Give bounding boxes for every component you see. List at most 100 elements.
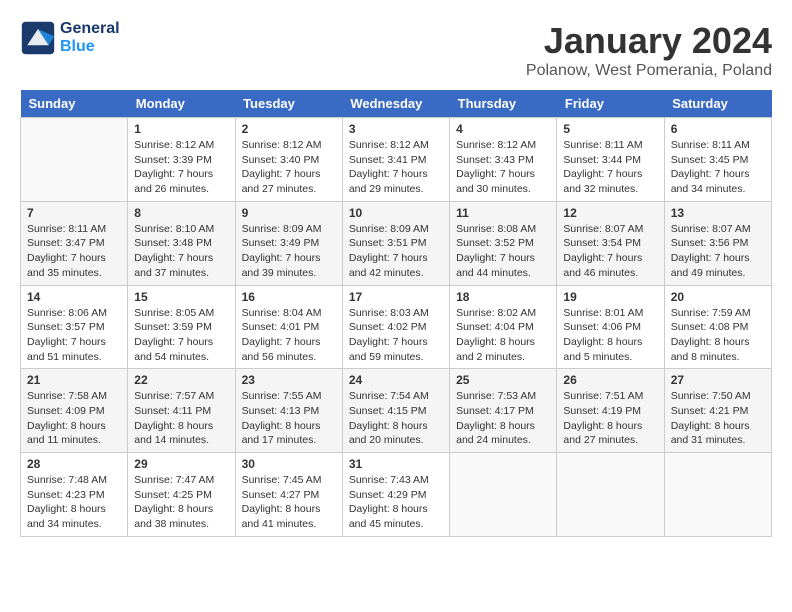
table-row: 2 Sunrise: 8:12 AM Sunset: 3:40 PM Daylig… xyxy=(235,118,342,202)
table-row: 16Sunrise: 8:04 AM Sunset: 4:01 PM Dayli… xyxy=(235,285,342,369)
day-info: Sunrise: 7:48 AM Sunset: 4:23 PM Dayligh… xyxy=(27,473,121,532)
day-info: Sunrise: 8:07 AM Sunset: 3:56 PM Dayligh… xyxy=(671,222,765,281)
day-info: Sunrise: 8:11 AM Sunset: 3:47 PM Dayligh… xyxy=(27,222,121,281)
table-row: 13 Sunrise: 8:07 AM Sunset: 3:56 PM Dayli… xyxy=(664,201,771,285)
day-info: Sunrise: 8:12 AM Sunset: 3:40 PM Dayligh… xyxy=(242,138,336,197)
day-number: 24 xyxy=(349,373,443,387)
day-number: 31 xyxy=(349,457,443,471)
table-row: 8 Sunrise: 8:10 AM Sunset: 3:48 PM Daylig… xyxy=(128,201,235,285)
day-info: Sunrise: 8:11 AM Sunset: 3:45 PM Dayligh… xyxy=(671,138,765,197)
calendar-week-row: 21 Sunrise: 7:58 AM Sunset: 4:09 PM Dayli… xyxy=(21,369,772,453)
day-info: Sunrise: 7:53 AM Sunset: 4:17 PM Dayligh… xyxy=(456,389,550,448)
page-header: General Blue January 2024 Polanow, West … xyxy=(20,20,772,80)
day-info: Sunrise: 8:08 AM Sunset: 3:52 PM Dayligh… xyxy=(456,222,550,281)
table-row xyxy=(557,453,664,537)
day-number: 16 xyxy=(242,290,336,304)
col-thursday: Thursday xyxy=(450,90,557,118)
day-number: 26 xyxy=(563,373,657,387)
table-row: 12Sunrise: 8:07 AM Sunset: 3:54 PM Dayli… xyxy=(557,201,664,285)
day-number: 6 xyxy=(671,122,765,136)
calendar-week-row: 7 Sunrise: 8:11 AM Sunset: 3:47 PM Daylig… xyxy=(21,201,772,285)
day-info: Sunrise: 7:54 AM Sunset: 4:15 PM Dayligh… xyxy=(349,389,443,448)
table-row: 24 Sunrise: 7:54 AM Sunset: 4:15 PM Dayli… xyxy=(342,369,449,453)
day-info: Sunrise: 8:05 AM Sunset: 3:59 PM Dayligh… xyxy=(134,306,228,365)
calendar-week-row: 14Sunrise: 8:06 AM Sunset: 3:57 PM Dayli… xyxy=(21,285,772,369)
col-saturday: Saturday xyxy=(664,90,771,118)
day-number: 22 xyxy=(134,373,228,387)
day-number: 30 xyxy=(242,457,336,471)
day-number: 5 xyxy=(563,122,657,136)
day-number: 23 xyxy=(242,373,336,387)
day-info: Sunrise: 7:47 AM Sunset: 4:25 PM Dayligh… xyxy=(134,473,228,532)
day-info: Sunrise: 8:12 AM Sunset: 3:41 PM Dayligh… xyxy=(349,138,443,197)
day-number: 20 xyxy=(671,290,765,304)
day-info: Sunrise: 8:11 AM Sunset: 3:44 PM Dayligh… xyxy=(563,138,657,197)
day-number: 7 xyxy=(27,206,121,220)
table-row: 27Sunrise: 7:50 AM Sunset: 4:21 PM Dayli… xyxy=(664,369,771,453)
table-row: 20 Sunrise: 7:59 AM Sunset: 4:08 PM Dayli… xyxy=(664,285,771,369)
day-number: 3 xyxy=(349,122,443,136)
day-info: Sunrise: 8:12 AM Sunset: 3:43 PM Dayligh… xyxy=(456,138,550,197)
day-info: Sunrise: 8:10 AM Sunset: 3:48 PM Dayligh… xyxy=(134,222,228,281)
day-info: Sunrise: 8:12 AM Sunset: 3:39 PM Dayligh… xyxy=(134,138,228,197)
table-row: 9 Sunrise: 8:09 AM Sunset: 3:49 PM Daylig… xyxy=(235,201,342,285)
day-info: Sunrise: 7:59 AM Sunset: 4:08 PM Dayligh… xyxy=(671,306,765,365)
logo-line1: General xyxy=(60,20,120,38)
day-number: 21 xyxy=(27,373,121,387)
table-row xyxy=(21,118,128,202)
day-number: 25 xyxy=(456,373,550,387)
logo: General Blue xyxy=(20,20,120,56)
day-info: Sunrise: 8:03 AM Sunset: 4:02 PM Dayligh… xyxy=(349,306,443,365)
table-row: 21 Sunrise: 7:58 AM Sunset: 4:09 PM Dayli… xyxy=(21,369,128,453)
table-row: 28 Sunrise: 7:48 AM Sunset: 4:23 PM Dayli… xyxy=(21,453,128,537)
col-sunday: Sunday xyxy=(21,90,128,118)
day-info: Sunrise: 7:43 AM Sunset: 4:29 PM Dayligh… xyxy=(349,473,443,532)
table-row xyxy=(664,453,771,537)
table-row: 25 Sunrise: 7:53 AM Sunset: 4:17 PM Dayli… xyxy=(450,369,557,453)
table-row: 7 Sunrise: 8:11 AM Sunset: 3:47 PM Daylig… xyxy=(21,201,128,285)
day-info: Sunrise: 7:51 AM Sunset: 4:19 PM Dayligh… xyxy=(563,389,657,448)
day-number: 15 xyxy=(134,290,228,304)
day-info: Sunrise: 7:45 AM Sunset: 4:27 PM Dayligh… xyxy=(242,473,336,532)
day-number: 17 xyxy=(349,290,443,304)
day-number: 9 xyxy=(242,206,336,220)
day-number: 18 xyxy=(456,290,550,304)
day-number: 19 xyxy=(563,290,657,304)
col-monday: Monday xyxy=(128,90,235,118)
day-info: Sunrise: 7:50 AM Sunset: 4:21 PM Dayligh… xyxy=(671,389,765,448)
calendar-table: Sunday Monday Tuesday Wednesday Thursday… xyxy=(20,90,772,537)
table-row: 14Sunrise: 8:06 AM Sunset: 3:57 PM Dayli… xyxy=(21,285,128,369)
table-row: 18Sunrise: 8:02 AM Sunset: 4:04 PM Dayli… xyxy=(450,285,557,369)
table-row: 17 Sunrise: 8:03 AM Sunset: 4:02 PM Dayli… xyxy=(342,285,449,369)
day-info: Sunrise: 7:58 AM Sunset: 4:09 PM Dayligh… xyxy=(27,389,121,448)
table-row: 3 Sunrise: 8:12 AM Sunset: 3:41 PM Daylig… xyxy=(342,118,449,202)
day-info: Sunrise: 7:55 AM Sunset: 4:13 PM Dayligh… xyxy=(242,389,336,448)
table-row: 30 Sunrise: 7:45 AM Sunset: 4:27 PM Dayli… xyxy=(235,453,342,537)
title-block: January 2024 Polanow, West Pomerania, Po… xyxy=(526,20,772,80)
table-row: 1 Sunrise: 8:12 AM Sunset: 3:39 PM Daylig… xyxy=(128,118,235,202)
month-title: January 2024 xyxy=(526,20,772,62)
table-row: 23 Sunrise: 7:55 AM Sunset: 4:13 PM Dayli… xyxy=(235,369,342,453)
day-number: 1 xyxy=(134,122,228,136)
table-row: 5 Sunrise: 8:11 AM Sunset: 3:44 PM Daylig… xyxy=(557,118,664,202)
day-number: 28 xyxy=(27,457,121,471)
day-number: 2 xyxy=(242,122,336,136)
day-number: 14 xyxy=(27,290,121,304)
table-row: 15 Sunrise: 8:05 AM Sunset: 3:59 PM Dayli… xyxy=(128,285,235,369)
col-tuesday: Tuesday xyxy=(235,90,342,118)
day-info: Sunrise: 7:57 AM Sunset: 4:11 PM Dayligh… xyxy=(134,389,228,448)
table-row: 31 Sunrise: 7:43 AM Sunset: 4:29 PM Dayli… xyxy=(342,453,449,537)
table-row: 11 Sunrise: 8:08 AM Sunset: 3:52 PM Dayli… xyxy=(450,201,557,285)
table-row: 26 Sunrise: 7:51 AM Sunset: 4:19 PM Dayli… xyxy=(557,369,664,453)
day-info: Sunrise: 8:01 AM Sunset: 4:06 PM Dayligh… xyxy=(563,306,657,365)
day-number: 10 xyxy=(349,206,443,220)
calendar-week-row: 1 Sunrise: 8:12 AM Sunset: 3:39 PM Daylig… xyxy=(21,118,772,202)
calendar-week-row: 28 Sunrise: 7:48 AM Sunset: 4:23 PM Dayli… xyxy=(21,453,772,537)
day-number: 8 xyxy=(134,206,228,220)
day-number: 13 xyxy=(671,206,765,220)
day-info: Sunrise: 8:09 AM Sunset: 3:49 PM Dayligh… xyxy=(242,222,336,281)
day-number: 11 xyxy=(456,206,550,220)
day-info: Sunrise: 8:07 AM Sunset: 3:54 PM Dayligh… xyxy=(563,222,657,281)
calendar-header-row: Sunday Monday Tuesday Wednesday Thursday… xyxy=(21,90,772,118)
day-number: 4 xyxy=(456,122,550,136)
